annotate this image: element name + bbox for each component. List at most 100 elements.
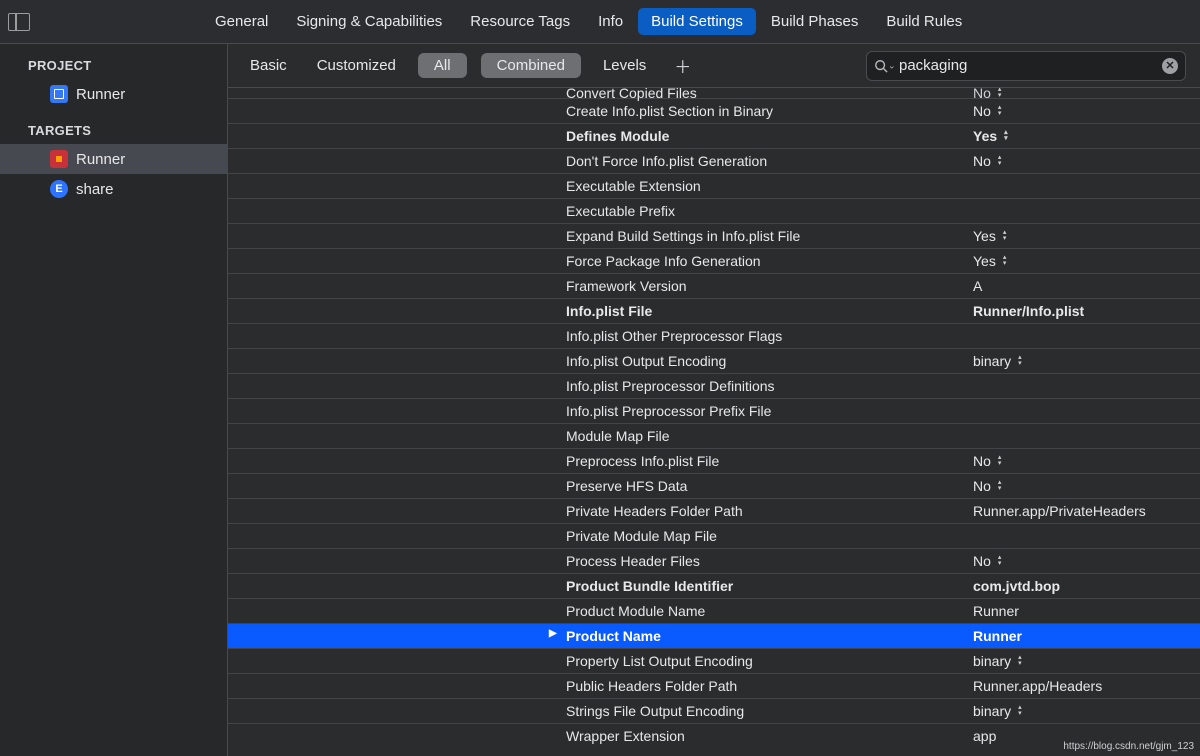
tab-resource-tags[interactable]: Resource Tags	[457, 8, 583, 35]
setting-row[interactable]: Expand Build Settings in Info.plist File…	[228, 223, 1200, 248]
setting-row[interactable]: Property List Output Encodingbinary▴▾	[228, 648, 1200, 673]
setting-value[interactable]: No	[973, 88, 991, 101]
setting-value[interactable]: Yes	[973, 128, 997, 144]
value-stepper-icon[interactable]: ▴▾	[1003, 230, 1007, 242]
setting-value[interactable]: binary	[973, 703, 1011, 719]
setting-row[interactable]: Public Headers Folder Path Runner.app/Hea…	[228, 673, 1200, 698]
setting-row[interactable]: Create Info.plist Section in Binary No ▴▾	[228, 98, 1200, 123]
setting-value[interactable]: Runner.app/Headers	[973, 678, 1102, 694]
value-stepper-icon[interactable]: ▴▾	[1018, 355, 1022, 367]
add-setting-button[interactable]: ＋	[668, 53, 697, 78]
setting-value[interactable]: com.jvtd.bop	[973, 578, 1060, 594]
scope-combined[interactable]: Combined	[481, 53, 581, 78]
setting-label: Force Package Info Generation	[566, 253, 761, 269]
search-wrap: ⌄ ✕	[866, 51, 1186, 81]
setting-label: Public Headers Folder Path	[566, 678, 737, 694]
setting-value[interactable]: A	[973, 278, 982, 294]
setting-label: Executable Prefix	[566, 203, 675, 219]
setting-row[interactable]: Private Headers Folder PathRunner.app/Pr…	[228, 498, 1200, 523]
setting-row[interactable]: Info.plist Preprocessor Definitions	[228, 373, 1200, 398]
setting-label: Expand Build Settings in Info.plist File	[566, 228, 800, 244]
app-target-icon	[50, 150, 68, 168]
setting-label: Info.plist Preprocessor Definitions	[566, 378, 775, 394]
value-stepper-icon[interactable]: ▴▾	[998, 555, 1002, 567]
tab-build-phases[interactable]: Build Phases	[758, 8, 872, 35]
setting-label: Info.plist Other Preprocessor Flags	[566, 328, 782, 344]
setting-value[interactable]: Yes	[973, 253, 996, 269]
value-stepper-icon[interactable]: ▴▾	[1003, 255, 1007, 267]
setting-value[interactable]: Runner	[973, 628, 1022, 644]
tab-build-settings[interactable]: Build Settings	[638, 8, 756, 35]
search-scope-caret-icon[interactable]: ⌄	[888, 60, 896, 71]
filter-basic[interactable]: Basic	[242, 53, 295, 78]
clear-search-button[interactable]: ✕	[1162, 58, 1178, 74]
setting-label: Product Name	[566, 628, 661, 644]
setting-value[interactable]: Runner	[973, 603, 1019, 619]
value-stepper-icon[interactable]: ▴▾	[998, 480, 1002, 492]
scope-segment-2[interactable]: Combined	[481, 53, 581, 78]
filter-levels[interactable]: Levels	[595, 53, 654, 78]
footer-watermark: https://blog.csdn.net/gjm_123	[1063, 741, 1194, 752]
setting-row[interactable]: Preserve HFS DataNo▴▾	[228, 473, 1200, 498]
tab-general[interactable]: General	[202, 8, 281, 35]
search-input[interactable]	[866, 51, 1186, 81]
setting-row[interactable]: Info.plist Output Encodingbinary▴▾	[228, 348, 1200, 373]
sidebar-header-targets: TARGETS	[0, 117, 227, 144]
sidebar-target-share[interactable]: Eshare	[0, 174, 227, 204]
setting-value[interactable]: No	[973, 153, 991, 169]
search-icon	[874, 59, 888, 73]
value-stepper-icon[interactable]: ▴▾	[998, 455, 1002, 467]
setting-row[interactable]: Private Module Map File	[228, 523, 1200, 548]
value-stepper-icon[interactable]: ▴▾	[1004, 130, 1008, 142]
value-stepper-icon[interactable]: ▴▾	[1018, 705, 1022, 717]
setting-row[interactable]: Executable Prefix	[228, 198, 1200, 223]
scope-all[interactable]: All	[418, 53, 467, 78]
setting-row[interactable]: Info.plist Preprocessor Prefix File	[228, 398, 1200, 423]
value-stepper-icon[interactable]: ▴▾	[1018, 655, 1022, 667]
setting-value[interactable]: Runner.app/PrivateHeaders	[973, 503, 1146, 519]
setting-row[interactable]: Module Map File	[228, 423, 1200, 448]
tab-info[interactable]: Info	[585, 8, 636, 35]
setting-row[interactable]: Product Bundle Identifiercom.jvtd.bop	[228, 573, 1200, 598]
setting-row[interactable]: Preprocess Info.plist FileNo▴▾	[228, 448, 1200, 473]
setting-value[interactable]: Yes	[973, 228, 996, 244]
value-stepper-icon[interactable]: ▴▾	[998, 155, 1002, 167]
value-stepper-icon[interactable]: ▴▾	[998, 105, 1002, 117]
setting-row[interactable]: Info.plist FileRunner/Info.plist	[228, 298, 1200, 323]
sidebar-header-project: PROJECT	[0, 52, 227, 79]
setting-value[interactable]: binary	[973, 653, 1011, 669]
panel-toggle-icon[interactable]	[8, 13, 30, 31]
setting-value[interactable]: No	[973, 453, 991, 469]
main-panel: Basic Customized All Combined Levels ＋ ⌄…	[228, 44, 1200, 756]
setting-value[interactable]: No	[973, 553, 991, 569]
setting-row[interactable]: Product Module NameRunner	[228, 598, 1200, 623]
setting-label: Create Info.plist Section in Binary	[566, 103, 773, 119]
setting-row[interactable]: Force Package Info Generation Yes ▴▾	[228, 248, 1200, 273]
settings-table[interactable]: Convert Copied FilesNo▴▾Create Info.plis…	[228, 88, 1200, 756]
setting-row[interactable]: Executable Extension	[228, 173, 1200, 198]
scope-segment-1[interactable]: All	[418, 53, 467, 78]
setting-row[interactable]: Convert Copied FilesNo▴▾	[228, 88, 1200, 98]
tab-signing-capabilities[interactable]: Signing & Capabilities	[283, 8, 455, 35]
setting-value[interactable]: binary	[973, 353, 1011, 369]
setting-value[interactable]: Runner/Info.plist	[973, 303, 1084, 319]
setting-row[interactable]: Process Header FilesNo▴▾	[228, 548, 1200, 573]
setting-row[interactable]: Strings File Output Encodingbinary▴▾	[228, 698, 1200, 723]
setting-value[interactable]: No	[973, 103, 991, 119]
setting-row[interactable]: Don't Force Info.plist GenerationNo▴▾	[228, 148, 1200, 173]
filter-customized[interactable]: Customized	[309, 53, 404, 78]
setting-row[interactable]: Defines Module Yes ▴▾	[228, 123, 1200, 148]
setting-row[interactable]: Framework Version A	[228, 273, 1200, 298]
value-stepper-icon[interactable]: ▴▾	[998, 88, 1002, 99]
setting-row[interactable]: ▶ Product Name Runner	[228, 623, 1200, 648]
setting-label: Framework Version	[566, 278, 687, 294]
setting-value[interactable]: app	[973, 728, 996, 744]
sidebar-project-item[interactable]: Runner	[0, 79, 227, 109]
setting-value[interactable]: No	[973, 478, 991, 494]
sidebar-target-runner[interactable]: Runner	[0, 144, 227, 174]
tab-build-rules[interactable]: Build Rules	[873, 8, 975, 35]
disclosure-icon[interactable]: ▶	[549, 628, 557, 639]
setting-row[interactable]: Wrapper Extensionapp	[228, 723, 1200, 748]
setting-label: Defines Module	[566, 128, 669, 144]
setting-row[interactable]: Info.plist Other Preprocessor Flags	[228, 323, 1200, 348]
